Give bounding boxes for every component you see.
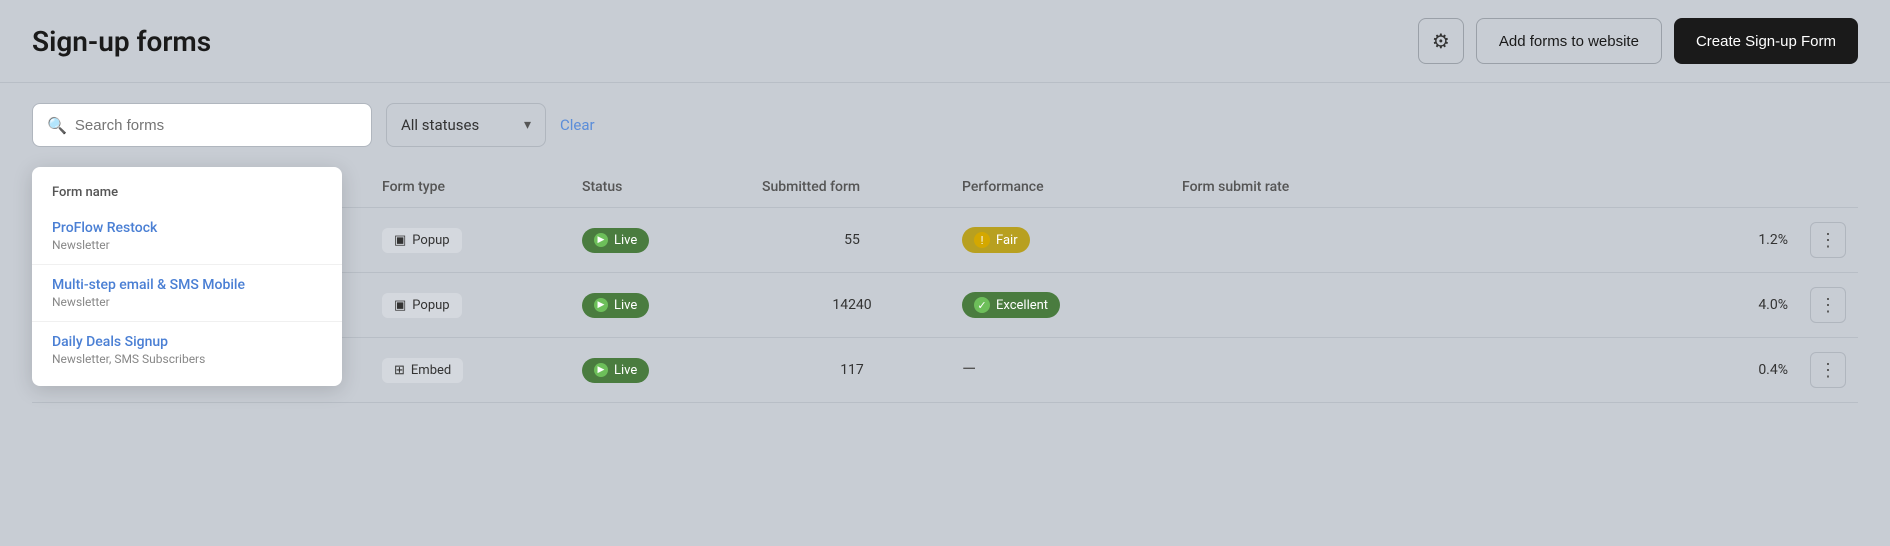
status-cell: ▶ Live — [572, 358, 752, 383]
action-cell: ⋮ — [1798, 222, 1858, 258]
col-header-form-type: Form type — [372, 179, 572, 195]
create-form-button[interactable]: Create Sign-up Form — [1674, 18, 1858, 64]
col-header-actions — [1798, 179, 1858, 195]
form-type-cell: ▣ Popup — [372, 228, 572, 253]
live-icon: ▶ — [594, 363, 608, 377]
dropdown-item[interactable]: Multi-step email & SMS Mobile Newsletter — [32, 265, 342, 322]
submit-rate-cell: 4.0% — [1172, 297, 1798, 313]
form-type-badge: ⊞ Embed — [382, 358, 463, 383]
dropdown-item-name: ProFlow Restock — [52, 220, 322, 236]
col-header-performance: Performance — [952, 179, 1172, 195]
submit-rate-cell: 0.4% — [1172, 362, 1798, 378]
dropdown-item-sub: Newsletter — [52, 295, 322, 309]
status-cell: ▶ Live — [572, 228, 752, 253]
warning-icon: ! — [974, 232, 990, 248]
action-cell: ⋮ — [1798, 287, 1858, 323]
performance-cell: — — [952, 361, 1172, 379]
add-forms-button[interactable]: Add forms to website — [1476, 18, 1662, 64]
submitted-cell: 14240 — [752, 297, 952, 313]
search-input[interactable] — [75, 117, 357, 134]
dropdown-item-sub: Newsletter, SMS Subscribers — [52, 352, 322, 366]
check-icon: ✓ — [974, 297, 990, 313]
dropdown-item[interactable]: ProFlow Restock Newsletter — [32, 208, 342, 265]
header-actions: ⚙ Add forms to website Create Sign-up Fo… — [1418, 18, 1858, 64]
settings-button[interactable]: ⚙ — [1418, 18, 1464, 64]
popup-icon: ▣ — [394, 298, 406, 313]
page-title: Sign-up forms — [32, 25, 211, 58]
status-dropdown[interactable]: All statuses ▾ — [386, 103, 546, 147]
form-type-cell: ▣ Popup — [372, 293, 572, 318]
form-type-badge: ▣ Popup — [382, 228, 462, 253]
clear-link[interactable]: Clear — [560, 116, 595, 134]
popup-icon: ▣ — [394, 233, 406, 248]
dropdown-item[interactable]: Daily Deals Signup Newsletter, SMS Subsc… — [32, 322, 342, 378]
submit-rate-cell: 1.2% — [1172, 232, 1798, 248]
embed-icon: ⊞ — [394, 363, 405, 378]
performance-badge: ✓ Excellent — [962, 292, 1060, 318]
col-header-status: Status — [572, 179, 752, 195]
chevron-down-icon: ▾ — [524, 117, 531, 133]
form-type-badge: ▣ Popup — [382, 293, 462, 318]
search-box: 🔍 — [32, 103, 372, 147]
search-icon: 🔍 — [47, 116, 67, 135]
performance-cell: ! Fair — [952, 227, 1172, 253]
submitted-cell: 117 — [752, 362, 952, 378]
toolbar: 🔍 All statuses ▾ Clear — [0, 83, 1890, 167]
live-badge: ▶ Live — [582, 358, 649, 383]
live-icon: ▶ — [594, 298, 608, 312]
dropdown-item-sub: Newsletter — [52, 238, 322, 252]
gear-icon: ⚙ — [1432, 29, 1450, 54]
dropdown-header: Form name — [32, 175, 342, 208]
row-menu-button[interactable]: ⋮ — [1810, 287, 1846, 323]
status-cell: ▶ Live — [572, 293, 752, 318]
dropdown-item-name: Multi-step email & SMS Mobile — [52, 277, 322, 293]
action-cell: ⋮ — [1798, 352, 1858, 388]
status-dropdown-label: All statuses — [401, 116, 514, 134]
col-header-submit-rate: Form submit rate — [1172, 179, 1798, 195]
col-header-submitted: Submitted form — [752, 179, 952, 195]
live-badge: ▶ Live — [582, 228, 649, 253]
submitted-cell: 55 — [752, 232, 952, 248]
row-menu-button[interactable]: ⋮ — [1810, 222, 1846, 258]
page-header: Sign-up forms ⚙ Add forms to website Cre… — [0, 0, 1890, 83]
form-name-dropdown: Form name ProFlow Restock Newsletter Mul… — [32, 167, 342, 386]
main-content: Form type Status Submitted form Performa… — [0, 167, 1890, 403]
row-menu-button[interactable]: ⋮ — [1810, 352, 1846, 388]
form-type-cell: ⊞ Embed — [372, 358, 572, 383]
dropdown-item-name: Daily Deals Signup — [52, 334, 322, 350]
live-badge: ▶ Live — [582, 293, 649, 318]
performance-badge: ! Fair — [962, 227, 1030, 253]
performance-cell: ✓ Excellent — [952, 292, 1172, 318]
live-icon: ▶ — [594, 233, 608, 247]
